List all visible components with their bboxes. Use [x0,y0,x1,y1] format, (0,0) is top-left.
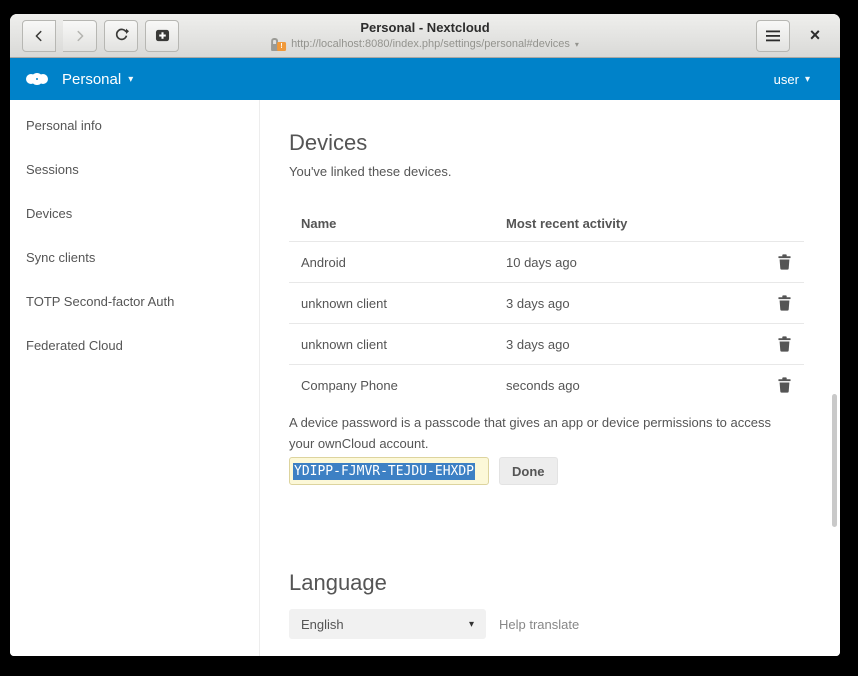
warning-badge: ! [277,42,286,51]
nextcloud-logo[interactable] [26,73,48,85]
language-section: Language English ▾ Help translate [289,570,840,639]
device-password-input[interactable]: YDIPP-FJMVR-TEJDU-EHXDP [289,457,489,485]
app-menu[interactable]: Personal ▾ [62,71,133,88]
user-menu-label: user [774,72,799,87]
table-header-row: Name Most recent activity [289,206,804,242]
device-name: Android [289,242,494,283]
close-icon: × [810,25,821,46]
titlebar-right: × [756,20,828,52]
app-menu-caret-icon: ▾ [128,74,133,85]
device-name: Company Phone [289,365,494,406]
forward-button[interactable] [63,20,97,52]
app-body: Personal info Sessions Devices Sync clie… [10,100,840,656]
hamburger-menu-icon [766,30,780,42]
device-password-row: YDIPP-FJMVR-TEJDU-EHXDP Done [289,457,840,485]
language-select[interactable]: English ▾ [289,609,486,639]
table-row: unknown client 3 days ago [289,283,804,324]
new-tab-icon [155,29,170,43]
trash-icon [777,254,792,270]
main-content: Devices You've linked these devices. Nam… [260,100,840,656]
reload-icon [114,28,129,43]
device-activity: seconds ago [494,365,764,406]
devices-subtitle: You've linked these devices. [289,164,840,179]
sidebar-item-personal-info[interactable]: Personal info [10,103,259,147]
sidebar-item-sync-clients[interactable]: Sync clients [10,235,259,279]
nextcloud-header: Personal ▾ user ▾ [10,58,840,100]
url-caret-icon[interactable]: ▾ [575,37,579,52]
table-row: unknown client 3 days ago [289,324,804,365]
trash-icon [777,336,792,352]
new-tab-button[interactable] [145,20,179,52]
devices-table: Name Most recent activity Android 10 day… [289,206,804,405]
delete-device-button[interactable] [776,295,792,311]
device-activity: 10 days ago [494,242,764,283]
back-icon [32,29,46,43]
user-menu[interactable]: user ▾ [774,72,824,87]
window-title: Personal - Nextcloud [271,19,579,36]
close-button[interactable]: × [802,23,828,49]
language-selected-value: English [301,617,344,632]
forward-icon [73,29,87,43]
title-bar: Personal - Nextcloud ! http://localhost:… [10,14,840,58]
browser-window: Personal - Nextcloud ! http://localhost:… [10,14,840,656]
reload-button[interactable] [104,20,138,52]
insecure-lock-icon: ! [271,38,286,51]
sidebar-item-devices[interactable]: Devices [10,191,259,235]
table-row: Android 10 days ago [289,242,804,283]
column-header-activity: Most recent activity [494,206,764,242]
column-header-name: Name [289,206,494,242]
history-buttons [22,20,97,52]
help-translate-link[interactable]: Help translate [499,617,579,632]
sidebar-item-totp[interactable]: TOTP Second-factor Auth [10,279,259,323]
device-password-hint: A device password is a passcode that giv… [289,412,789,454]
trash-icon [777,295,792,311]
menu-button[interactable] [756,20,790,52]
delete-device-button[interactable] [776,336,792,352]
device-name: unknown client [289,324,494,365]
devices-section-title: Devices [289,130,840,156]
done-button[interactable]: Done [499,457,558,485]
trash-icon [777,377,792,393]
window-title-area: Personal - Nextcloud ! http://localhost:… [271,19,579,52]
scrollbar-thumb[interactable] [832,394,837,527]
user-menu-caret-icon: ▾ [805,74,810,85]
select-caret-icon: ▾ [469,619,474,630]
delete-device-button[interactable] [776,377,792,393]
url-bar[interactable]: ! http://localhost:8080/index.php/settin… [271,37,579,52]
sidebar-item-sessions[interactable]: Sessions [10,147,259,191]
device-password-value: YDIPP-FJMVR-TEJDU-EHXDP [293,463,475,480]
table-row: Company Phone seconds ago [289,365,804,406]
back-button[interactable] [22,20,56,52]
settings-sidebar: Personal info Sessions Devices Sync clie… [10,100,260,656]
app-menu-label: Personal [62,71,121,88]
device-name: unknown client [289,283,494,324]
device-activity: 3 days ago [494,324,764,365]
device-activity: 3 days ago [494,283,764,324]
delete-device-button[interactable] [776,254,792,270]
language-section-title: Language [289,570,840,596]
sidebar-item-federated-cloud[interactable]: Federated Cloud [10,323,259,367]
url-text: http://localhost:8080/index.php/settings… [291,37,570,52]
